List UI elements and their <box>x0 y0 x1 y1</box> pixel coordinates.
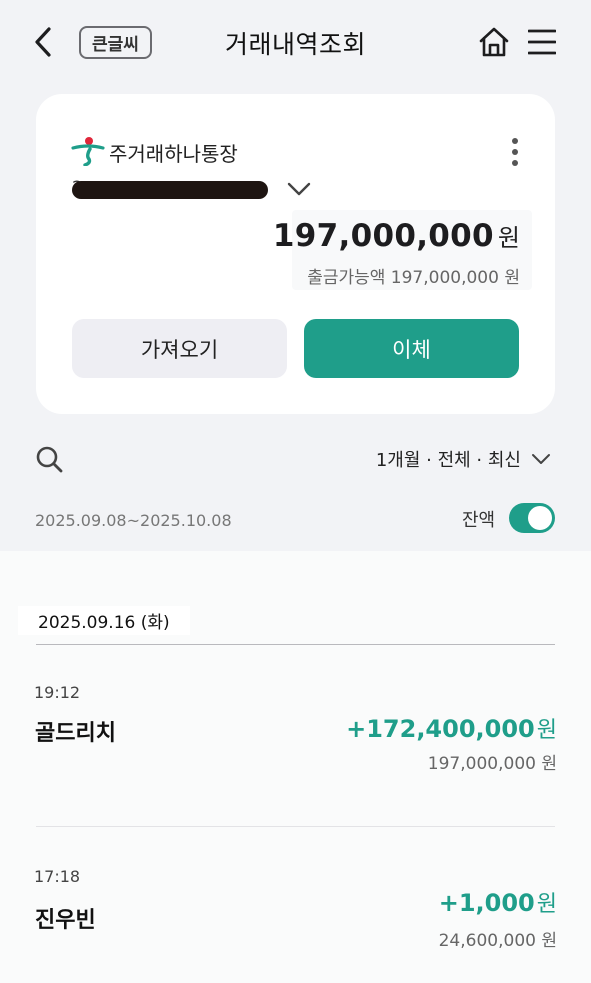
balance-after: 24,600,000 원 <box>438 931 557 951</box>
filter-label: 1개월 · 전체 · 최신 <box>375 450 521 471</box>
transaction-row[interactable]: 19:12 골드리치 +172,400,000원 197,000,000 원 <box>0 645 591 795</box>
row-divider <box>36 826 555 827</box>
top-bar: 큰글씨 거래내역조회 <box>0 0 591 86</box>
transaction-history-page: 큰글씨 거래내역조회 주거래하나통장 197,000,000 원 출금가능액 1… <box>0 0 591 983</box>
balance: 197,000,000 원 <box>273 218 520 254</box>
account-card: 주거래하나통장 2 197,000,000원 출금가능액 197,000,000… <box>36 94 555 414</box>
transaction-time: 19:12 <box>34 683 81 702</box>
transaction-time: 17:18 <box>34 867 81 886</box>
transaction-amount: +172,400,000원 <box>346 712 557 744</box>
filter-dropdown[interactable]: 1개월 · 전체 · 최신 <box>376 446 551 472</box>
transaction-name: 골드리치 <box>35 721 116 746</box>
amount-value: +1,000 <box>438 889 535 917</box>
balance-toggle-label: 잔액 <box>462 510 496 531</box>
menu-icon[interactable] <box>527 27 557 57</box>
chevron-down-icon[interactable] <box>286 180 312 198</box>
bank-logo-icon <box>71 136 105 167</box>
balance-after: 197,000,000 원 <box>427 754 557 774</box>
account-number: 2 <box>72 178 268 202</box>
date-range: 2025.09.08~2025.10.08 <box>35 511 232 530</box>
amount-unit: 원 <box>536 718 557 743</box>
transaction-amount: +1,000원 <box>439 886 557 918</box>
transaction-row[interactable]: 17:18 진우빈 +1,000원 24,600,000 원 <box>0 833 591 983</box>
more-options-icon[interactable] <box>506 138 524 172</box>
toggle-knob <box>528 506 552 530</box>
balance-toggle[interactable] <box>509 503 555 533</box>
import-button[interactable]: 가져오기 <box>72 319 287 378</box>
balance-amount: 197,000,000 <box>272 218 494 254</box>
amount-value: +172,400,000 <box>346 715 535 743</box>
date-group-header: 2025.09.16 (화) <box>18 606 190 635</box>
balance-box: 197,000,000 원 출금가능액 197,000,000 원 <box>273 210 532 290</box>
transfer-button[interactable]: 이체 <box>304 319 519 378</box>
account-name: 주거래하나통장 <box>109 142 238 166</box>
available-balance: 출금가능액 197,000,000 원 <box>307 268 520 288</box>
redaction-mask <box>72 181 268 199</box>
balance-unit: 원 <box>497 224 520 252</box>
amount-unit: 원 <box>536 892 557 917</box>
search-icon[interactable] <box>35 445 63 473</box>
chevron-down-icon <box>532 454 550 464</box>
transaction-name: 진우빈 <box>35 908 96 933</box>
transaction-list: 2025.09.16 (화) 19:12 골드리치 +172,400,000원 … <box>0 551 591 983</box>
home-icon[interactable] <box>478 26 510 58</box>
